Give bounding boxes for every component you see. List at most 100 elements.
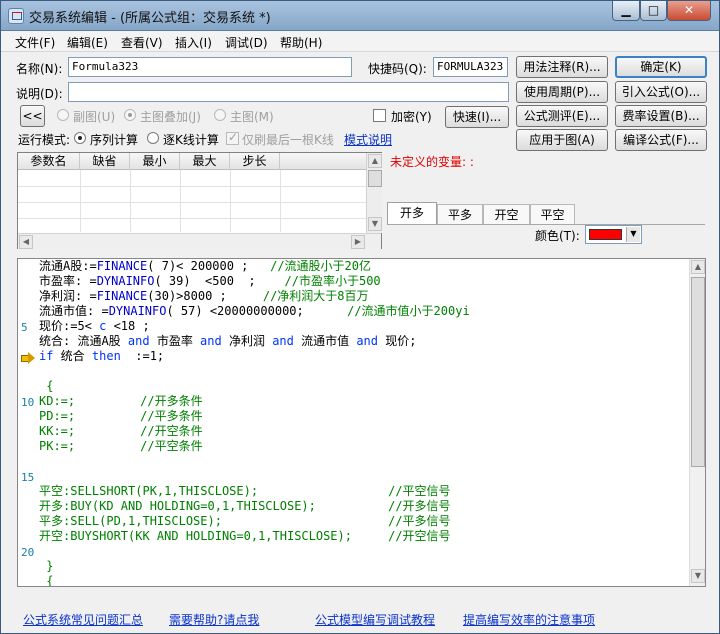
comment-token: //净利润大于8百万 (262, 289, 369, 303)
menu-debug[interactable]: 调试(D) (225, 34, 268, 51)
plain-token: 统合: 流通A股 (39, 334, 128, 348)
code-line[interactable]: { (39, 574, 53, 586)
menu-edit[interactable]: 编辑(E) (67, 34, 108, 51)
code-line[interactable]: KK:=; //开空条件 (39, 424, 203, 439)
scroll-up-icon[interactable]: ▲ (691, 260, 705, 274)
comment-token: { (39, 379, 54, 393)
sequential-radio[interactable] (74, 132, 86, 144)
editor-scroll-thumb[interactable] (691, 277, 705, 467)
efficiency-tips-link[interactable]: 提高编写效率的注意事项 (463, 611, 595, 628)
plain-token: (30)>8000 ; (147, 289, 263, 303)
menu-file[interactable]: 文件(F) (15, 34, 55, 51)
code-line[interactable]: } (39, 559, 53, 574)
faq-link[interactable]: 公式系统常见问题汇总 (23, 611, 143, 628)
description-input[interactable] (68, 82, 509, 102)
mode-help-link[interactable]: 模式说明 (344, 131, 392, 148)
by-k-radio[interactable] (147, 132, 159, 144)
code-line[interactable]: 平多:SELL(PD,1,THISCLOSE); //平多信号 (39, 514, 451, 529)
grid-column-line (230, 170, 231, 232)
plain-token: 净利润 (221, 334, 273, 348)
code-line[interactable]: PK:=; //平空条件 (39, 439, 203, 454)
parameter-horizontal-scrollbar[interactable]: ◀ ▶ (18, 233, 381, 249)
param-name-header[interactable]: 参数名 (18, 153, 80, 170)
name-label: 名称(N): (16, 62, 63, 76)
comment-token: //平空条件 (140, 439, 203, 453)
tab-close-long[interactable]: 平多 (437, 204, 483, 224)
scroll-down-icon[interactable]: ▼ (691, 569, 705, 583)
chevron-down-icon[interactable]: ▼ (626, 227, 640, 242)
plain-token: :=1; (120, 349, 165, 363)
comment-token: //开空条件 (140, 424, 203, 438)
formula-evaluate-button[interactable]: 公式测评(E)... (516, 105, 608, 127)
func-token: DYNAINFO (96, 274, 155, 288)
code-editor[interactable]: 5 10 15 20 流通A股:=FINANCE( 7)< 200000 ; /… (17, 258, 706, 587)
color-dropdown[interactable]: ▼ (585, 225, 642, 244)
param-default-header[interactable]: 缺省 (80, 153, 130, 170)
param-min-header[interactable]: 最小 (130, 153, 180, 170)
encrypt-label: 加密(Y) (391, 110, 432, 124)
scroll-up-icon[interactable]: ▲ (368, 154, 382, 168)
code-line[interactable]: 现价:=5< c <18 ; (39, 319, 150, 334)
run-mode-label: 运行模式: (18, 133, 71, 147)
parameter-vertical-scrollbar[interactable]: ▲ ▼ (366, 153, 382, 233)
usage-period-button[interactable]: 使用周期(P)... (516, 81, 608, 103)
last-k-checkbox[interactable] (226, 130, 239, 145)
main-chart-radio[interactable] (214, 109, 226, 121)
code-line[interactable]: 市盈率: =DYNAINFO( 39) <500 ; //市盈率小于500 (39, 274, 381, 289)
scroll-left-icon[interactable]: ◀ (19, 235, 33, 249)
collapse-button[interactable]: << (20, 105, 45, 127)
formula-name-input[interactable]: Formula323 (68, 57, 352, 77)
tab-close-short[interactable]: 平空 (530, 204, 575, 224)
ok-button[interactable]: 确定(K) (615, 56, 707, 78)
code-line[interactable]: KD:=; //开多条件 (39, 394, 203, 409)
code-line[interactable]: { (39, 379, 53, 394)
plain-token: 流通市值: = (39, 304, 109, 318)
fast-button[interactable]: 快速(I)... (445, 106, 509, 128)
tutorial-link[interactable]: 公式模型编写调试教程 (315, 611, 435, 628)
scroll-thumb[interactable] (368, 170, 382, 187)
editor-vertical-scrollbar[interactable]: ▲ ▼ (689, 259, 705, 586)
code-line[interactable]: 流通A股:=FINANCE( 7)< 200000 ; //流通股小于20亿 (39, 259, 371, 274)
comment-token: KK:=; (39, 424, 141, 438)
main-chart-label: 主图(M) (230, 110, 274, 124)
code-line[interactable]: 统合: 流通A股 and 市盈率 and 净利润 and 流通市值 and 现价… (39, 334, 416, 349)
line-number-10: 10 (21, 396, 35, 409)
help-links-bar: 公式系统常见问题汇总 需要帮助?请点我 公式模型编写调试教程 提高编写效率的注意… (1, 605, 719, 633)
code-line[interactable]: PD:=; //平多条件 (39, 409, 203, 424)
keyword-token: then (91, 349, 121, 363)
menu-view[interactable]: 查看(V) (121, 34, 163, 51)
tab-open-short[interactable]: 开空 (483, 204, 530, 224)
main-overlay-radio[interactable] (124, 109, 136, 121)
parameter-table[interactable]: 参数名 缺省 最小 最大 步长 ▲ ▼ ◀ ▶ (17, 152, 382, 249)
code-line[interactable]: 开多:BUY(KD AND HOLDING=0,1,THISCLOSE); //… (39, 499, 451, 514)
code-line[interactable]: 流通市值: =DYNAINFO( 57) <20000000000; //流通市… (39, 304, 470, 319)
hotkey-input[interactable]: FORMULA323 (433, 57, 508, 77)
help-link[interactable]: 需要帮助?请点我 (169, 611, 259, 628)
code-line[interactable]: 开空:BUYSHORT(KK AND HOLDING=0,1,THISCLOSE… (39, 529, 451, 544)
plain-token: 现价:=5< (39, 319, 100, 333)
fee-settings-button[interactable]: 费率设置(B)... (615, 105, 707, 127)
current-line-arrow-icon (21, 352, 35, 364)
menu-insert[interactable]: 插入(I) (175, 34, 212, 51)
menu-help[interactable]: 帮助(H) (280, 34, 322, 51)
maximize-button[interactable]: □ (640, 1, 667, 21)
close-button[interactable]: ✕ (667, 1, 711, 21)
import-formula-button[interactable]: 引入公式(O)... (615, 81, 707, 103)
title-bar[interactable]: 交易系统编辑 - (所属公式组：交易系统 *) ▁ □ ✕ (1, 1, 719, 31)
compile-formula-button[interactable]: 编译公式(F)... (615, 129, 707, 151)
formula-editor-window: 交易系统编辑 - (所属公式组：交易系统 *) ▁ □ ✕ 文件(F) 编辑(E… (0, 0, 720, 634)
scroll-right-icon[interactable]: ▶ (351, 235, 365, 249)
encrypt-checkbox[interactable] (373, 109, 386, 122)
code-line[interactable]: 净利润: =FINANCE(30)>8000 ; //净利润大于8百万 (39, 289, 369, 304)
scroll-down-icon[interactable]: ▼ (368, 217, 382, 231)
param-step-header[interactable]: 步长 (230, 153, 280, 170)
tab-open-long[interactable]: 开多 (387, 202, 437, 225)
apply-to-chart-button[interactable]: 应用于图(A) (516, 129, 608, 151)
code-line[interactable]: if 统合 then :=1; (39, 349, 164, 364)
code-line[interactable]: 平空:SELLSHORT(PK,1,THISCLOSE); //平空信号 (39, 484, 451, 499)
usage-notes-button[interactable]: 用法注释(R)... (516, 56, 608, 78)
color-label: 颜色(T): (535, 229, 580, 243)
sub-chart-radio[interactable] (57, 109, 69, 121)
param-max-header[interactable]: 最大 (180, 153, 230, 170)
minimize-button[interactable]: ▁ (612, 1, 640, 21)
